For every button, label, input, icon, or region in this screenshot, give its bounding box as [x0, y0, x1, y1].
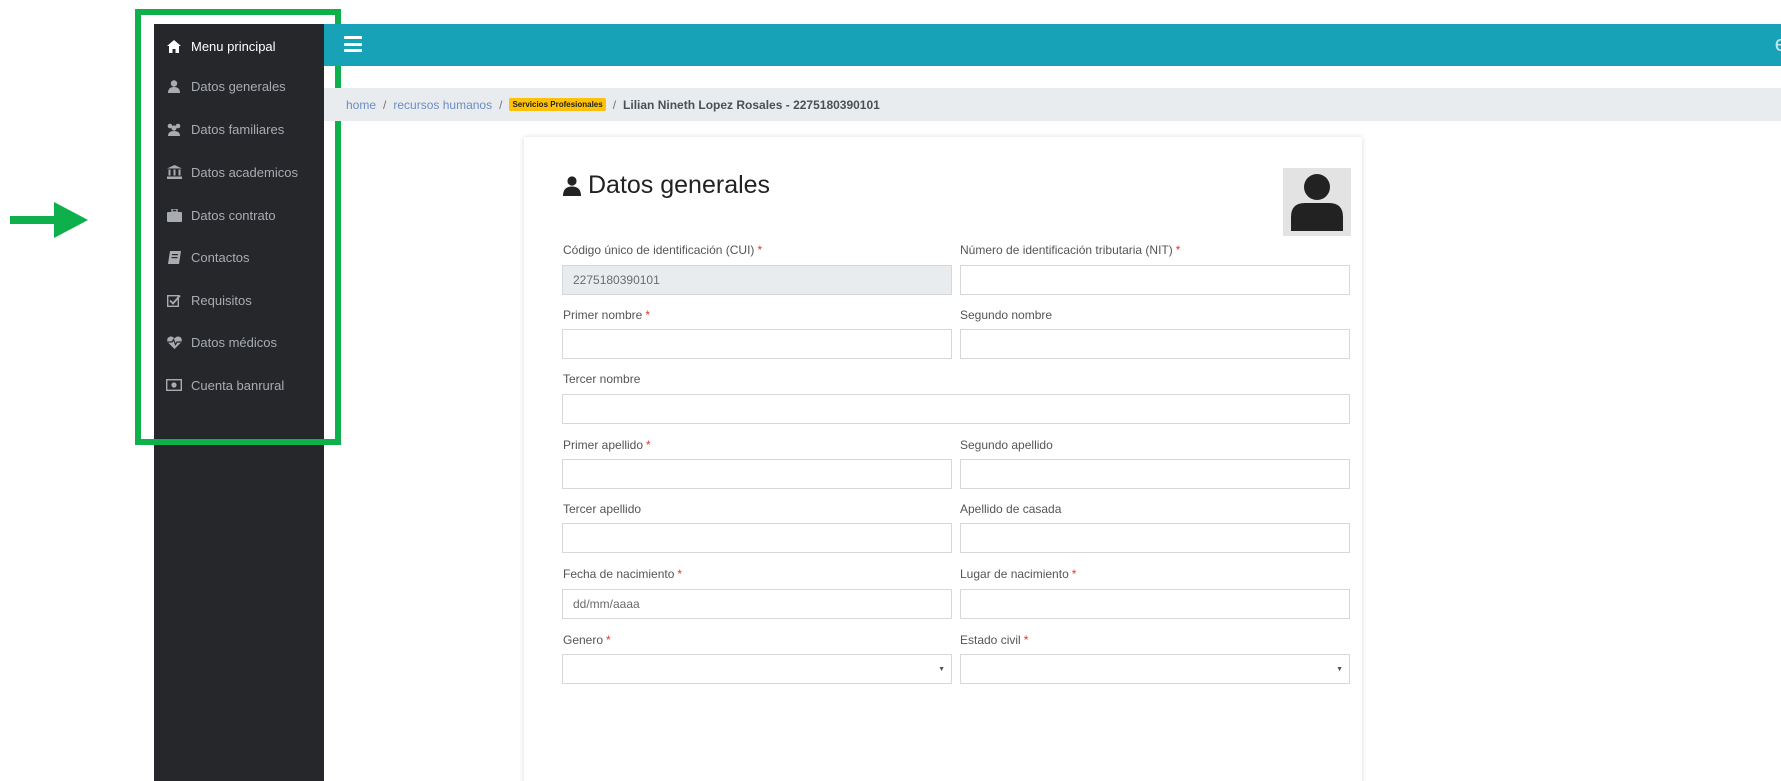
primer-apellido-label: Primer apellido * [563, 438, 651, 452]
sidebar-item-label: Datos familiares [191, 121, 285, 137]
tercer-nombre-field[interactable] [562, 394, 1350, 424]
tercer-apellido-field[interactable] [562, 523, 952, 553]
check-square-icon [166, 293, 182, 307]
sidebar-item-datos-medicos[interactable]: Datos médicos [154, 322, 324, 362]
primer-nombre-field[interactable] [562, 329, 952, 359]
fecha-nacimiento-field[interactable]: dd/mm/aaaa [562, 589, 952, 619]
cui-label: Código único de identificación (CUI) * [563, 243, 763, 257]
breadcrumb-separator: / [383, 97, 387, 112]
breadcrumb-home[interactable]: home [346, 98, 376, 112]
tercer-apellido-label: Tercer apellido [563, 502, 642, 516]
genero-label: Genero * [563, 633, 611, 647]
lugar-nacimiento-field[interactable] [960, 589, 1350, 619]
avatar[interactable] [1283, 168, 1351, 236]
sidebar-item-menu-principal[interactable]: Menu principal [154, 26, 324, 66]
page-title: Datos generales [563, 171, 770, 200]
sidebar-item-label: Cuenta banrural [191, 377, 285, 393]
sidebar-item-label: Datos contrato [191, 207, 276, 223]
genero-select[interactable]: ▼ [562, 654, 952, 684]
segundo-nombre-label: Segundo nombre [960, 308, 1053, 322]
sidebar-item-datos-familiares[interactable]: Datos familiares [154, 109, 324, 149]
sidebar-item-label: Datos generales [191, 78, 286, 94]
tercer-nombre-label: Tercer nombre [563, 372, 641, 386]
top-navbar: e [324, 24, 1781, 66]
breadcrumb: home / recursos humanos / Servicios Prof… [324, 88, 1781, 121]
sidebar-item-label: Datos médicos [191, 334, 277, 350]
page-title-text: Datos generales [588, 171, 771, 199]
lugar-nacimiento-label: Lugar de nacimiento * [960, 567, 1077, 581]
nit-label: Número de identificación tributaria (NIT… [960, 243, 1181, 257]
sidebar-item-contactos[interactable]: Contactos [154, 237, 324, 277]
sidebar-item-cuenta-banrural[interactable]: Cuenta banrural [154, 365, 324, 405]
segundo-apellido-label: Segundo apellido [960, 438, 1053, 452]
briefcase-icon [166, 208, 182, 222]
caret-down-icon: ▼ [938, 666, 945, 673]
estado-civil-select[interactable]: ▼ [960, 654, 1350, 684]
breadcrumb-separator: / [499, 97, 503, 112]
annotation-arrow-icon [10, 202, 88, 238]
address-book-icon [166, 250, 182, 264]
estado-civil-label: Estado civil * [960, 633, 1029, 647]
sidebar: Menu principal Datos generales Datos fam… [154, 24, 324, 781]
user-menu-icon[interactable]: e [1775, 31, 1781, 57]
breadcrumb-separator: / [612, 97, 617, 112]
fecha-nacimiento-label: Fecha de nacimiento * [563, 567, 683, 581]
apellido-casada-field[interactable] [960, 523, 1350, 553]
home-icon [166, 39, 182, 53]
sidebar-item-label: Contactos [191, 249, 250, 265]
sidebar-item-datos-generales[interactable]: Datos generales [154, 66, 324, 106]
caret-down-icon: ▼ [1336, 666, 1343, 673]
money-icon [166, 378, 182, 392]
segundo-nombre-field[interactable] [960, 329, 1350, 359]
primer-apellido-field[interactable] [562, 459, 952, 489]
nit-field[interactable] [960, 265, 1350, 295]
sidebar-item-datos-contrato[interactable]: Datos contrato [154, 195, 324, 235]
sidebar-item-label: Menu principal [191, 38, 276, 54]
primer-nombre-label: Primer nombre * [563, 308, 651, 322]
university-icon [166, 165, 182, 179]
sidebar-item-requisitos[interactable]: Requisitos [154, 280, 324, 320]
users-icon [166, 122, 182, 136]
hamburger-icon[interactable] [344, 36, 362, 52]
user-icon [166, 79, 182, 93]
sidebar-item-datos-academicos[interactable]: Datos academicos [154, 152, 324, 192]
apellido-casada-label: Apellido de casada [960, 502, 1062, 516]
sidebar-item-label: Datos academicos [191, 164, 298, 180]
breadcrumb-recursos-humanos[interactable]: recursos humanos [393, 98, 492, 112]
breadcrumb-badge: Servicios Profesionales [509, 98, 606, 111]
user-icon [563, 175, 581, 196]
segundo-apellido-field[interactable] [960, 459, 1350, 489]
breadcrumb-current: Lilian Nineth Lopez Rosales - 2275180390… [623, 97, 880, 112]
cui-field[interactable]: 2275180390101 [562, 265, 952, 295]
heartbeat-icon [166, 335, 182, 349]
avatar-icon [1291, 174, 1343, 231]
sidebar-item-label: Requisitos [191, 292, 252, 308]
